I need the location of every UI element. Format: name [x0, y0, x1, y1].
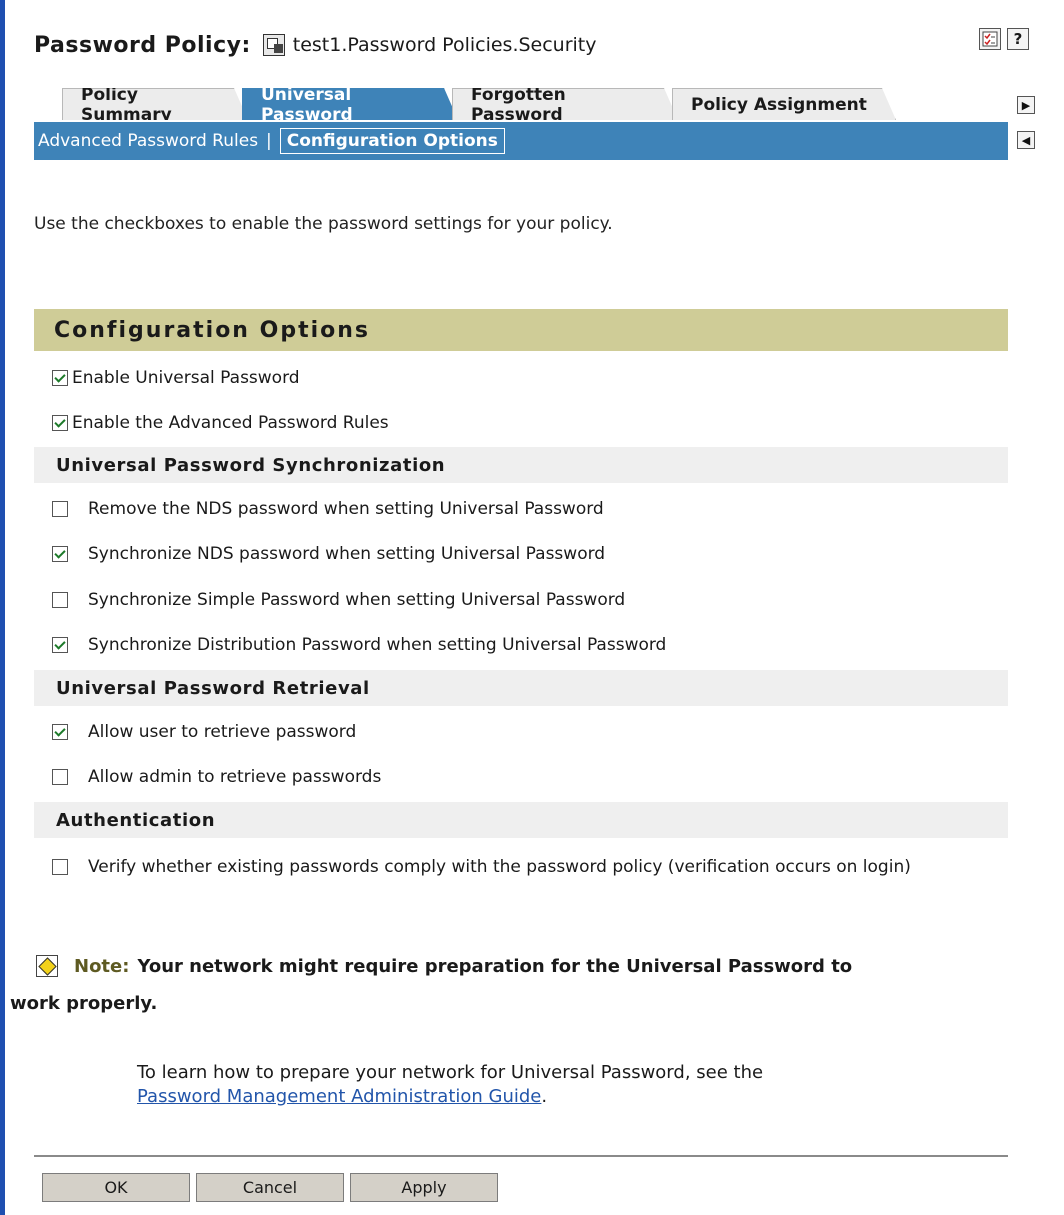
subtab-separator: | [266, 131, 272, 151]
tab-scroll-left-icon[interactable]: ◀ [1017, 131, 1035, 149]
option-label: Remove the NDS password when setting Uni… [88, 499, 604, 519]
option-sync-nds-password[interactable]: Synchronize NDS password when setting Un… [52, 544, 605, 564]
warning-diamond-icon [36, 955, 58, 977]
policy-object-icon [262, 34, 285, 56]
help-icon[interactable]: ? [1007, 28, 1029, 50]
note-text-continued: work properly. [10, 993, 158, 1014]
sync-distribution-password-checkbox[interactable] [52, 637, 68, 653]
page-title: Password Policy: [34, 32, 251, 58]
admin-retrieve-passwords-checkbox[interactable] [52, 769, 68, 785]
option-label: Synchronize Simple Password when setting… [88, 590, 626, 610]
option-label: Synchronize NDS password when setting Un… [88, 544, 606, 564]
option-enable-advanced-rules[interactable]: Enable the Advanced Password Rules [52, 413, 389, 433]
sync-nds-password-checkbox[interactable] [52, 546, 68, 562]
subtab-configuration-options[interactable]: Configuration Options [279, 128, 505, 154]
option-label: Allow user to retrieve password [88, 722, 357, 742]
intro-text: Use the checkboxes to enable the passwor… [34, 214, 613, 234]
enable-universal-password-checkbox[interactable] [52, 370, 68, 386]
option-label: Allow admin to retrieve passwords [88, 767, 382, 787]
tab-forgotten-password[interactable]: Forgotten Password [452, 88, 678, 120]
remove-nds-password-checkbox[interactable] [52, 501, 68, 517]
option-label: Enable the Advanced Password Rules [72, 413, 389, 433]
note-box: Note: Your network might require prepara… [10, 949, 990, 1014]
footer-divider [34, 1155, 1008, 1157]
guide-end: . [541, 1086, 548, 1107]
tab-scroll-right-icon[interactable]: ▶ [1017, 96, 1035, 114]
apply-button[interactable]: Apply [350, 1173, 498, 1202]
subtab-bar: Advanced Password Rules | Configuration … [34, 122, 1008, 160]
user-retrieve-password-checkbox[interactable] [52, 724, 68, 740]
checklist-icon[interactable] [979, 28, 1001, 50]
tab-universal-password[interactable]: Universal Password [242, 88, 458, 120]
option-sync-simple-password[interactable]: Synchronize Simple Password when setting… [52, 590, 625, 610]
subsection-synchronization: Universal Password Synchronization [34, 447, 1008, 483]
cancel-button[interactable]: Cancel [196, 1173, 344, 1202]
subsection-retrieval: Universal Password Retrieval [34, 670, 1008, 706]
note-text: Your network might require preparation f… [137, 955, 853, 977]
footer-buttons: OK Cancel Apply [42, 1173, 504, 1202]
left-frame-border [0, 0, 5, 1215]
option-verify-password-compliance[interactable]: Verify whether existing passwords comply… [52, 852, 992, 882]
option-label: Synchronize Distribution Password when s… [88, 635, 667, 655]
tab-policy-summary[interactable]: Policy Summary [62, 88, 248, 120]
option-enable-universal-password[interactable]: Enable Universal Password [52, 368, 300, 388]
guide-paragraph: To learn how to prepare your network for… [137, 1061, 957, 1109]
option-sync-distribution-password[interactable]: Synchronize Distribution Password when s… [52, 635, 666, 655]
section-title: Configuration Options [34, 309, 1008, 351]
option-user-retrieve-password[interactable]: Allow user to retrieve password [52, 722, 356, 742]
tab-policy-assignment[interactable]: Policy Assignment [672, 88, 896, 120]
subtab-advanced-password-rules[interactable]: Advanced Password Rules [34, 131, 262, 151]
guide-text: To learn how to prepare your network for… [137, 1062, 764, 1083]
admin-guide-link[interactable]: Password Management Administration Guide [137, 1086, 541, 1107]
ok-button[interactable]: OK [42, 1173, 190, 1202]
policy-object-name: test1.Password Policies.Security [292, 34, 597, 56]
option-admin-retrieve-passwords[interactable]: Allow admin to retrieve passwords [52, 767, 381, 787]
note-prefix: Note: [74, 955, 130, 977]
tab-bar: Policy Summary Universal Password Forgot… [62, 88, 890, 120]
sync-simple-password-checkbox[interactable] [52, 592, 68, 608]
option-remove-nds-password[interactable]: Remove the NDS password when setting Uni… [52, 499, 604, 519]
page-title-bar: Password Policy: test1.Password Policies… [34, 28, 597, 62]
option-label: Enable Universal Password [72, 368, 300, 388]
option-label: Verify whether existing passwords comply… [88, 857, 911, 877]
enable-advanced-rules-checkbox[interactable] [52, 415, 68, 431]
verify-password-compliance-checkbox[interactable] [52, 859, 68, 875]
subsection-authentication: Authentication [34, 802, 1008, 838]
